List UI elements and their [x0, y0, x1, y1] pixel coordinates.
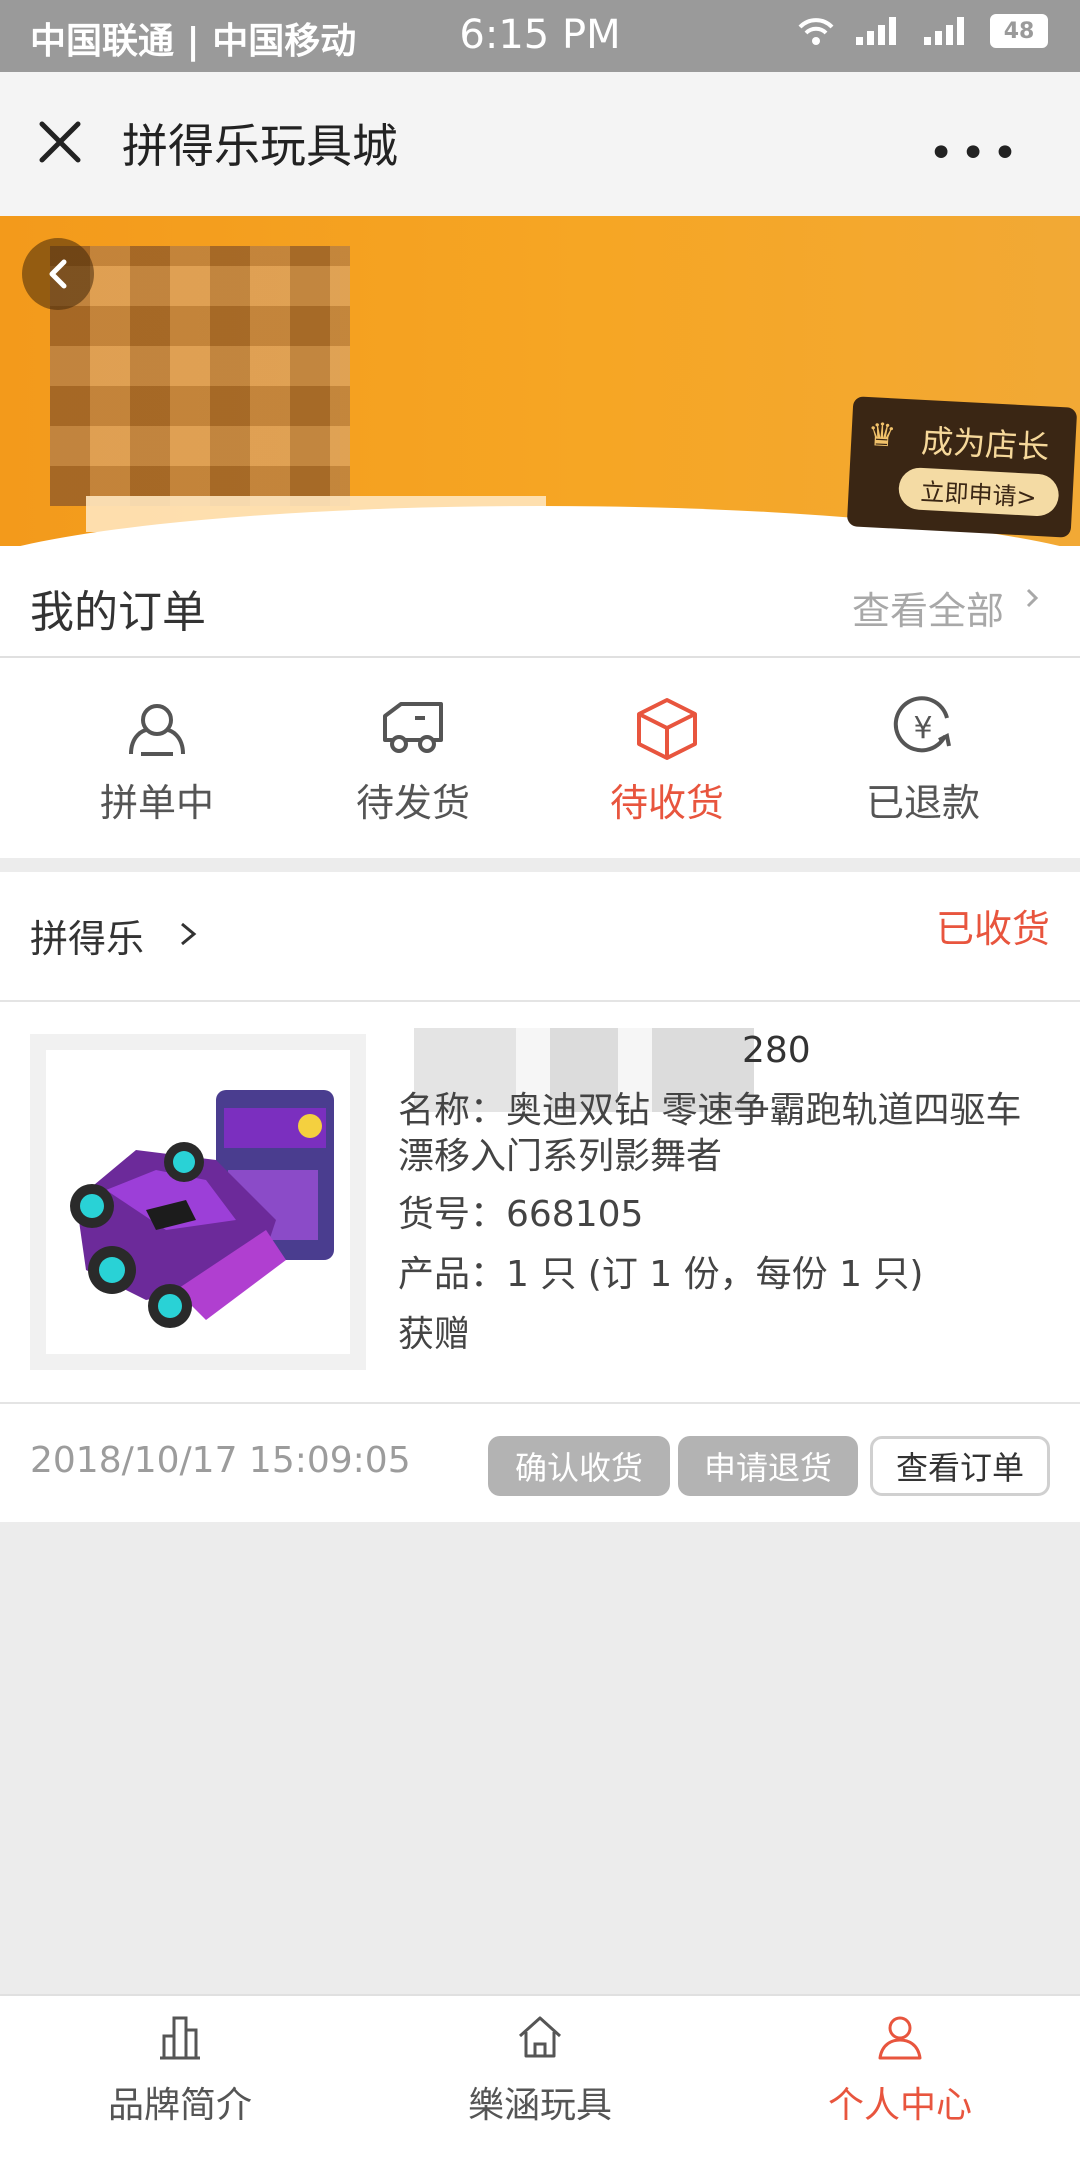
tab-label: 待发货: [355, 781, 470, 825]
apply-now-button[interactable]: 立即申请>: [897, 466, 1060, 518]
home-icon: [518, 2016, 562, 2058]
tab-group-buying[interactable]: 拼单中: [22, 696, 292, 827]
order-status-badge: 已收货: [935, 907, 1050, 951]
svg-text:¥: ¥: [913, 711, 932, 746]
chevron-right-icon[interactable]: [176, 920, 200, 948]
avatar: [50, 246, 350, 506]
battery-icon: 48: [990, 14, 1048, 48]
nav-item-profile[interactable]: 个人中心: [720, 2014, 1080, 2128]
tab-refunded[interactable]: ¥ 已退款: [788, 696, 1058, 827]
more-icon[interactable]: •••: [928, 128, 1024, 179]
order-footer: 2018/10/17 15:09:05 确认收货 申请退货 查看订单: [0, 1402, 1080, 1522]
product-image[interactable]: [30, 1034, 366, 1370]
tab-label: 待收货: [609, 781, 724, 825]
person-icon: [878, 2016, 922, 2060]
back-icon[interactable]: [22, 238, 94, 310]
status-bar: 中国联通 | 中国移动 6:15 PM 48: [0, 0, 1080, 72]
order-card: 拼得乐 已收货 280 名称：奥迪双钻 零速争霸跑轨道四驱车 漂移入门系列影舞者…: [0, 872, 1080, 1522]
box-icon: [637, 698, 697, 760]
product-number: 货号：668105: [398, 1194, 644, 1235]
confirm-receipt-button[interactable]: 确认收货: [488, 1436, 670, 1496]
bottom-nav: 品牌简介 樂涵玩具 个人中心: [0, 1994, 1080, 2160]
store-row[interactable]: 拼得乐 已收货: [0, 872, 1080, 1002]
profile-banner: ♛ 成为店长 立即申请>: [0, 216, 1080, 546]
page-title: 拼得乐玩具城: [122, 119, 398, 173]
product-quantity: 产品：1 只 (订 1 份，每份 1 只): [398, 1254, 924, 1295]
become-shopkeeper-card[interactable]: ♛ 成为店长 立即申请>: [846, 396, 1078, 538]
tab-label: 拼单中: [99, 781, 214, 825]
building-icon: [160, 2016, 200, 2060]
nav-item-brand[interactable]: 品牌简介: [0, 2014, 360, 2128]
product-image-frame: [46, 1050, 350, 1354]
shopkeeper-title: 成为店长: [920, 421, 1051, 467]
status-icons: 48: [796, 14, 1048, 48]
truck-icon: [383, 702, 443, 753]
nav-label: 品牌简介: [107, 2085, 252, 2126]
nav-label: 樂涵玩具: [467, 2085, 612, 2126]
close-icon[interactable]: [36, 118, 84, 166]
store-name[interactable]: 拼得乐: [30, 908, 144, 963]
product-gift: 获赠: [398, 1314, 471, 1355]
my-orders-label: 我的订单: [30, 587, 206, 638]
title-bar: 拼得乐玩具城 •••: [0, 72, 1080, 216]
toy-car-image: [70, 1090, 334, 1328]
group-icon: [129, 704, 185, 756]
view-order-button[interactable]: 查看订单: [870, 1436, 1050, 1496]
crown-icon: ♛: [866, 415, 898, 455]
signal-icon: [856, 17, 896, 45]
nav-item-toys[interactable]: 樂涵玩具: [360, 2014, 720, 2128]
wifi-icon: [798, 18, 834, 45]
tab-awaiting-receipt[interactable]: 待收货: [532, 696, 802, 827]
order-code-tail: 280: [742, 1030, 811, 1071]
order-status-tabs: 拼单中 待发货 待收货 ¥ 已退款: [0, 658, 1080, 858]
product-name: 名称：奥迪双钻 零速争霸跑轨道四驱车 漂移入门系列影舞者: [398, 1090, 1022, 1177]
refund-icon: ¥: [893, 696, 951, 753]
tab-awaiting-shipment[interactable]: 待发货: [278, 696, 548, 827]
tab-label: 已退款: [865, 781, 980, 825]
order-timestamp: 2018/10/17 15:09:05: [30, 1440, 411, 1481]
chevron-right-icon[interactable]: [1020, 586, 1044, 610]
request-return-button[interactable]: 申请退货: [678, 1436, 858, 1496]
signal-icon-2: [924, 17, 964, 45]
my-orders-header: 我的订单 查看全部: [0, 546, 1080, 658]
view-all-link[interactable]: 查看全部: [852, 580, 1004, 635]
nav-label: 个人中心: [827, 2085, 972, 2126]
